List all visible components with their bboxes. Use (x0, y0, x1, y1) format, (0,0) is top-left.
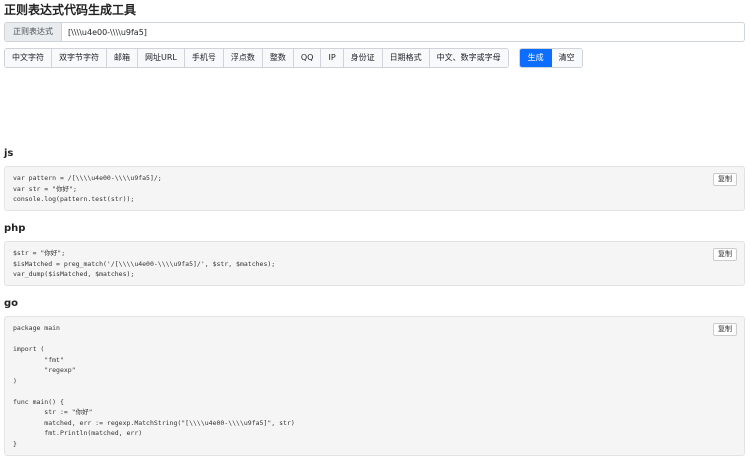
preset-button-qq[interactable]: QQ (293, 49, 322, 67)
clear-button[interactable]: 清空 (551, 49, 582, 67)
preset-button-float[interactable]: 浮点数 (223, 49, 263, 67)
go-section-title: go (4, 298, 19, 309)
js-copy-button[interactable]: 复制 (713, 173, 737, 186)
preset-button-integer[interactable]: 整数 (262, 49, 294, 67)
preset-button-date[interactable]: 日期格式 (382, 49, 430, 67)
action-button-group: 生成 清空 (518, 48, 583, 68)
preset-button-double-byte[interactable]: 双字节字符 (52, 49, 107, 67)
go-code-block: package main import ( "fmt" "regexp" ) f… (4, 316, 745, 456)
preset-button-email[interactable]: 邮箱 (107, 49, 138, 67)
php-section-title: php (4, 223, 26, 234)
toolbar: 中文字符 双字节字符 邮箱 网址URL 手机号 浮点数 整数 QQ IP 身份证… (4, 48, 583, 68)
go-code: package main import ( "fmt" "regexp" ) f… (13, 324, 295, 448)
preset-button-chinese[interactable]: 中文字符 (5, 49, 52, 67)
js-section-title: js (4, 148, 14, 159)
go-copy-button[interactable]: 复制 (713, 323, 737, 336)
preset-button-group: 中文字符 双字节字符 邮箱 网址URL 手机号 浮点数 整数 QQ IP 身份证… (4, 48, 509, 68)
js-code: var pattern = /[\\\\u4e00-\\\\u9fa5]/; v… (13, 174, 162, 203)
generate-button[interactable]: 生成 (519, 49, 552, 67)
regex-input-group: 正则表达式 (4, 22, 745, 42)
js-code-block: var pattern = /[\\\\u4e00-\\\\u9fa5]/; v… (4, 166, 745, 211)
php-code: $str = "你好"; $isMatched = preg_match('/[… (13, 249, 276, 278)
regex-input[interactable] (62, 23, 744, 41)
regex-input-label: 正则表达式 (5, 23, 62, 41)
php-code-block: $str = "你好"; $isMatched = preg_match('/[… (4, 241, 745, 286)
preset-button-ip[interactable]: IP (321, 49, 344, 67)
preset-button-phone[interactable]: 手机号 (184, 49, 224, 67)
preset-button-id-card[interactable]: 身份证 (343, 49, 383, 67)
preset-button-alnum-chinese[interactable]: 中文、数字或字母 (429, 49, 508, 67)
preset-button-url[interactable]: 网址URL (138, 49, 185, 67)
page-title: 正则表达式代码生成工具 (4, 3, 137, 17)
php-copy-button[interactable]: 复制 (713, 248, 737, 261)
